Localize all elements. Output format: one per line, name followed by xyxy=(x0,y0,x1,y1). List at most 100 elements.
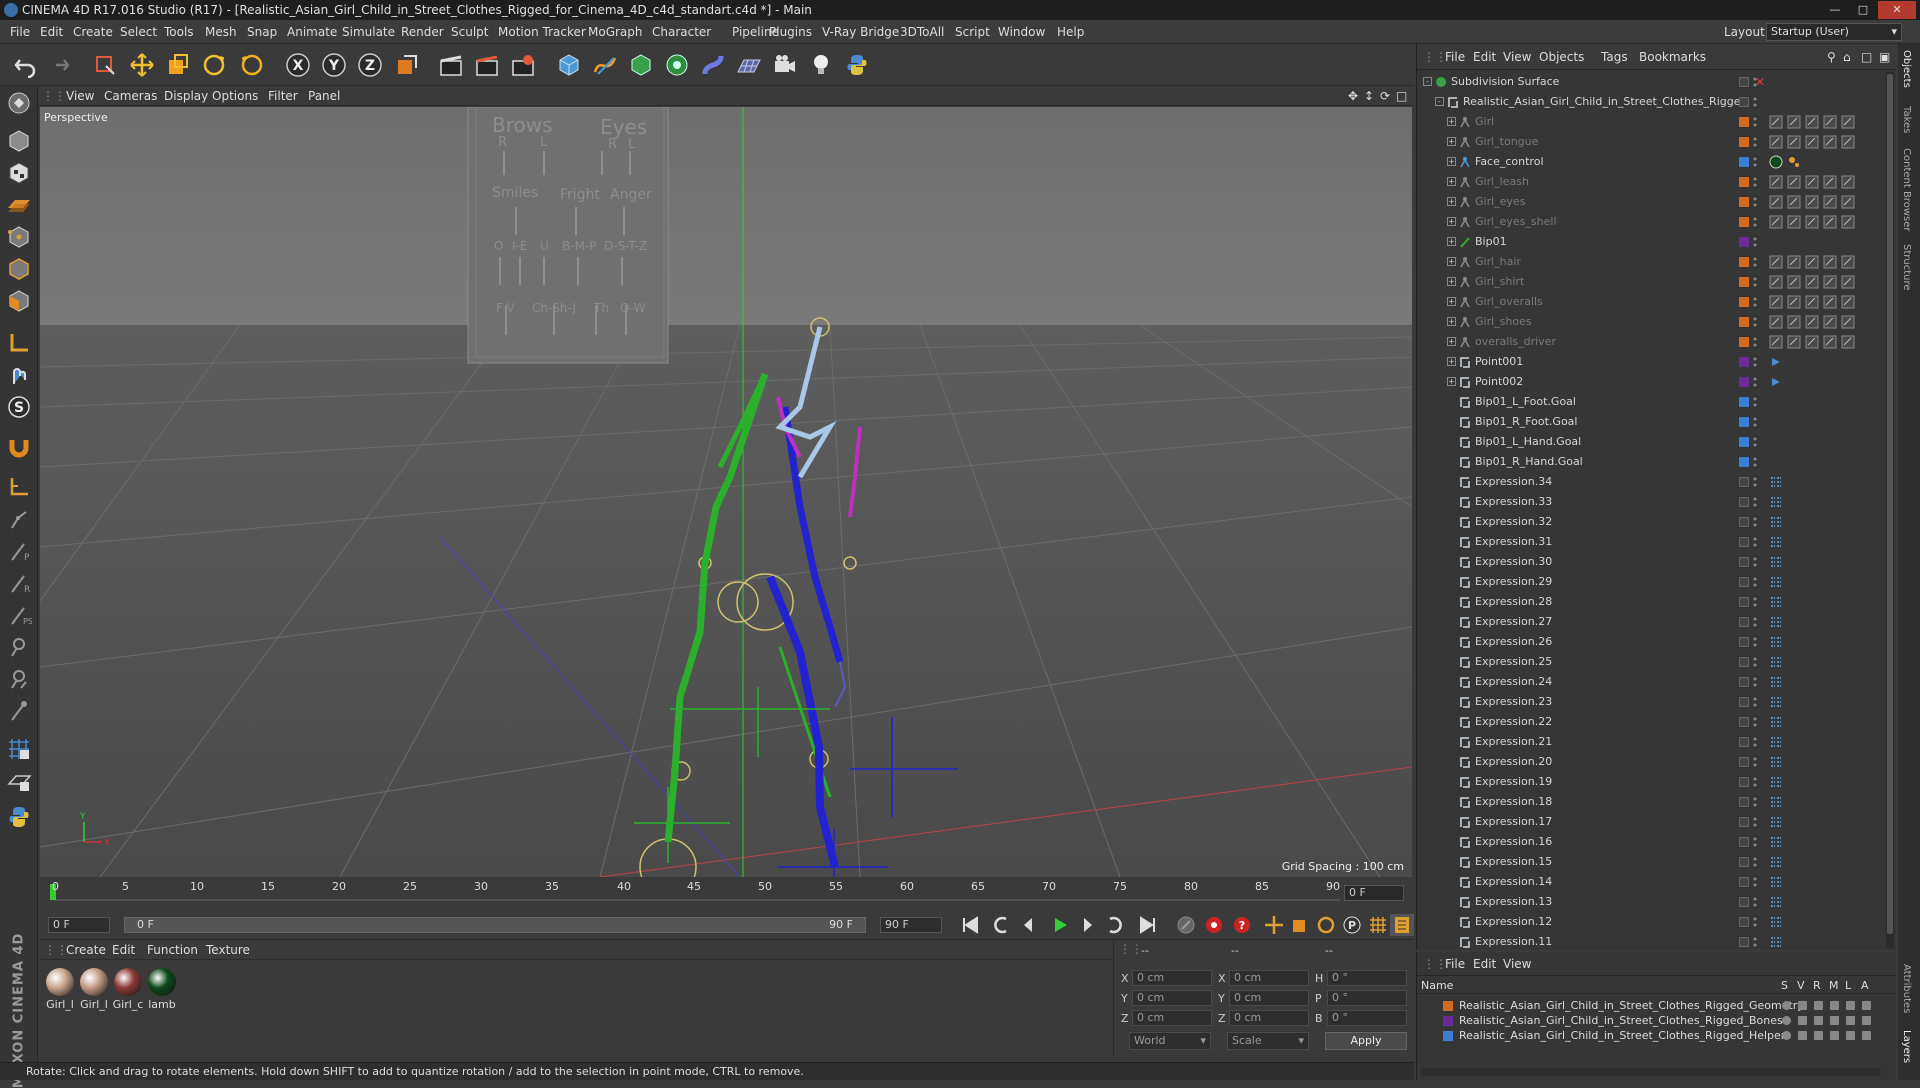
workplane-lock-button[interactable] xyxy=(4,766,34,796)
tag-icon[interactable] xyxy=(1787,315,1801,329)
visibility-dots-icon[interactable] xyxy=(1753,675,1757,689)
layer-color-swatch[interactable] xyxy=(1739,377,1749,387)
layer-color-swatch[interactable] xyxy=(1739,737,1749,747)
layer-color-swatch[interactable] xyxy=(1739,917,1749,927)
visibility-dots-icon[interactable] xyxy=(1753,915,1757,929)
visibility-dots-icon[interactable] xyxy=(1753,435,1757,449)
object-row[interactable]: + Face_control xyxy=(1417,152,1887,172)
visibility-dots-icon[interactable] xyxy=(1753,255,1757,269)
render-icon[interactable] xyxy=(1814,1001,1823,1010)
xpresso-tag-icon[interactable] xyxy=(1769,555,1783,569)
xpresso-tag-icon[interactable] xyxy=(1769,575,1783,589)
object-row[interactable]: Expression.25 xyxy=(1417,652,1887,672)
visibility-dots-icon[interactable] xyxy=(1753,475,1757,489)
deformer-button[interactable] xyxy=(698,50,728,80)
menu-motion-tracker[interactable]: Motion Tracker xyxy=(498,20,586,44)
visibility-dots-icon[interactable] xyxy=(1753,215,1757,229)
object-menu-view[interactable]: View xyxy=(1503,44,1531,70)
object-menu-file[interactable]: File xyxy=(1445,44,1465,70)
tag-icon[interactable] xyxy=(1787,175,1801,189)
object-row[interactable]: Expression.28 xyxy=(1417,592,1887,612)
xpresso-tag-icon[interactable] xyxy=(1769,595,1783,609)
key-rotation-button[interactable] xyxy=(1314,914,1338,936)
tag-icon[interactable] xyxy=(1769,175,1783,189)
start-frame-field[interactable]: 0 F xyxy=(48,917,110,933)
layer-color-swatch[interactable] xyxy=(1739,197,1749,207)
tag-icon[interactable] xyxy=(1787,255,1801,269)
menu-3dtoall[interactable]: 3DToAll xyxy=(900,20,944,44)
menu-mesh[interactable]: Mesh xyxy=(205,20,237,44)
object-menu-objects[interactable]: Objects xyxy=(1539,44,1584,70)
tag-icon[interactable] xyxy=(1823,195,1837,209)
object-list-scrollbar[interactable] xyxy=(1886,72,1894,948)
visibility-dots-icon[interactable] xyxy=(1753,715,1757,729)
tag-icon[interactable] xyxy=(1823,135,1837,149)
expand-toggle-icon[interactable]: - xyxy=(1435,97,1444,106)
polygons-mode-button[interactable] xyxy=(4,286,34,316)
visibility-dots-icon[interactable] xyxy=(1753,395,1757,409)
object-row[interactable]: Expression.19 xyxy=(1417,772,1887,792)
floor-button[interactable] xyxy=(734,50,764,80)
object-row[interactable]: + Girl_overalls xyxy=(1417,292,1887,312)
viewport-pan-icon[interactable]: ✥ xyxy=(1348,86,1358,106)
object-row[interactable]: Bip01_R_Foot.Goal xyxy=(1417,412,1887,432)
tag-icon[interactable] xyxy=(1769,275,1783,289)
layer-color-swatch[interactable] xyxy=(1739,237,1749,247)
tag-icon[interactable] xyxy=(1805,195,1819,209)
object-row[interactable]: + Girl_leash xyxy=(1417,172,1887,192)
menu-select[interactable]: Select xyxy=(120,20,157,44)
play-button[interactable] xyxy=(1048,914,1072,936)
object-row[interactable]: + Girl_tongue xyxy=(1417,132,1887,152)
layer-row[interactable]: Realistic_Asian_Girl_Child_in_Street_Clo… xyxy=(1417,1028,1896,1043)
expand-toggle-icon[interactable]: + xyxy=(1447,377,1456,386)
xpresso-tag-icon[interactable] xyxy=(1769,815,1783,829)
object-row[interactable]: - Subdivision Surface ✕ xyxy=(1417,72,1887,92)
viewport-zoom-icon[interactable]: ↕ xyxy=(1364,86,1374,106)
layer-color-swatch[interactable] xyxy=(1739,317,1749,327)
tag-icon[interactable] xyxy=(1805,135,1819,149)
apply-button[interactable]: Apply xyxy=(1325,1032,1407,1050)
visibility-dots-icon[interactable] xyxy=(1753,635,1757,649)
x-axis-lock-button[interactable]: X xyxy=(283,50,313,80)
object-row[interactable]: - Realistic_Asian_Girl_Child_in_Street_Cl… xyxy=(1417,92,1887,112)
xpresso-tag-icon[interactable] xyxy=(1769,535,1783,549)
visibility-dots-icon[interactable] xyxy=(1753,315,1757,329)
size-z-field[interactable]: 0 cm xyxy=(1229,1010,1309,1026)
expand-toggle-icon[interactable]: + xyxy=(1447,337,1456,346)
paint-tool-button[interactable] xyxy=(4,696,34,726)
object-row[interactable]: Bip01_R_Hand.Goal xyxy=(1417,452,1887,472)
object-row[interactable]: Expression.17 xyxy=(1417,812,1887,832)
xpresso-tag-icon[interactable] xyxy=(1769,675,1783,689)
xpresso-tag-icon[interactable] xyxy=(1769,655,1783,669)
tag-icon[interactable] xyxy=(1805,295,1819,309)
size-mode-select[interactable]: Scale ▾ xyxy=(1227,1032,1309,1050)
tag-icon[interactable] xyxy=(1769,335,1783,349)
tag-icon[interactable] xyxy=(1841,135,1855,149)
rotate-button[interactable] xyxy=(199,50,229,80)
pos-x-field[interactable]: 0 cm xyxy=(1132,970,1212,986)
menu-snap[interactable]: Snap xyxy=(247,20,277,44)
minimize-icon[interactable]: — xyxy=(1822,1,1848,19)
tag-icon[interactable] xyxy=(1823,175,1837,189)
tag-icon[interactable] xyxy=(1769,255,1783,269)
menu-file[interactable]: File xyxy=(10,20,30,44)
tag-icon[interactable] xyxy=(1823,335,1837,349)
expand-toggle-icon[interactable]: + xyxy=(1447,117,1456,126)
layer-color-swatch[interactable] xyxy=(1739,757,1749,767)
tag-icon[interactable] xyxy=(1805,255,1819,269)
tag-icon[interactable] xyxy=(1769,295,1783,309)
visibility-dots-icon[interactable] xyxy=(1753,695,1757,709)
material-tag-icon[interactable] xyxy=(1769,155,1783,169)
tag-icon[interactable] xyxy=(1787,115,1801,129)
locked-icon[interactable] xyxy=(1846,1001,1855,1010)
viewport-menu-panel[interactable]: Panel xyxy=(308,86,340,106)
visibility-dots-icon[interactable] xyxy=(1753,555,1757,569)
key-point-level-button[interactable] xyxy=(1366,914,1390,936)
viewport-menu-display[interactable]: Display xyxy=(164,86,208,106)
scrollbar-thumb[interactable] xyxy=(1887,74,1893,934)
layer-color-swatch[interactable] xyxy=(1739,177,1749,187)
visibility-dots-icon[interactable] xyxy=(1753,195,1757,209)
object-row[interactable]: Expression.31 xyxy=(1417,532,1887,552)
tag-icon[interactable] xyxy=(1805,115,1819,129)
render-settings-button[interactable] xyxy=(508,50,538,80)
